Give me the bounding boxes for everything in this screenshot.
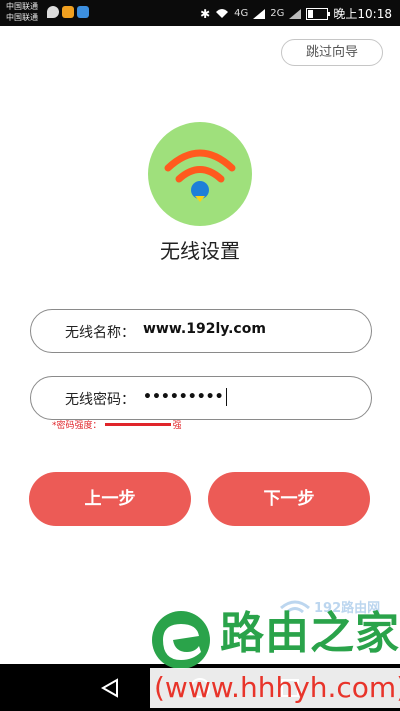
status-right: ✱ 4G 2G 晚上10:18 [200,5,392,22]
carrier-labels: 中国联通 中国联通 [6,1,38,23]
strength-label: *密码强度： [52,421,102,431]
strength-level: 强 [172,421,182,431]
ssid-input[interactable]: www.192ly.com [143,321,266,337]
previous-step-button[interactable]: 上一步 [29,472,191,526]
bluetooth-icon: ✱ [200,6,211,21]
notification-icons [47,6,89,18]
wifi-icon [164,149,236,202]
page-title: 无线设置 [160,239,240,263]
weibo-icon [62,6,74,18]
watermark-logo-icon [152,611,210,669]
watermark-url: (www.hhhyh.com) [150,668,400,708]
password-strength: *密码强度： 强 [52,418,182,431]
signal-1-label: 4G [234,8,249,19]
watermark-brand: 路由之家 [220,608,400,659]
next-step-button[interactable]: 下一步 [208,472,370,526]
app-icon [77,6,89,18]
skip-wizard-button[interactable]: 跳过向导 [281,39,383,66]
signal-1-icon [253,8,266,19]
carrier-2: 中国联通 [6,13,38,22]
battery-icon [306,7,331,20]
password-label: 无线密码： [65,392,135,408]
ssid-label: 无线名称： [65,325,135,341]
carrier-1: 中国联通 [6,2,38,11]
password-mask: ••••••••• [143,389,224,405]
back-icon[interactable] [100,678,120,698]
ssid-field[interactable]: 无线名称： www.192ly.com [30,309,372,353]
strength-bar [104,423,171,426]
wifi-logo [148,122,252,226]
clock: 晚上10:18 [333,7,392,21]
signal-2-icon [289,8,302,19]
password-field[interactable]: 无线密码： ••••••••• [30,376,372,420]
health-icon [47,6,59,18]
status-bar: 中国联通 中国联通 ✱ 4G 2G 晚上10:18 [0,0,400,26]
text-caret [225,388,227,406]
signal-2-label: 2G [270,8,285,19]
password-input[interactable]: ••••••••• [143,388,227,406]
wifi-status-icon [216,9,229,18]
